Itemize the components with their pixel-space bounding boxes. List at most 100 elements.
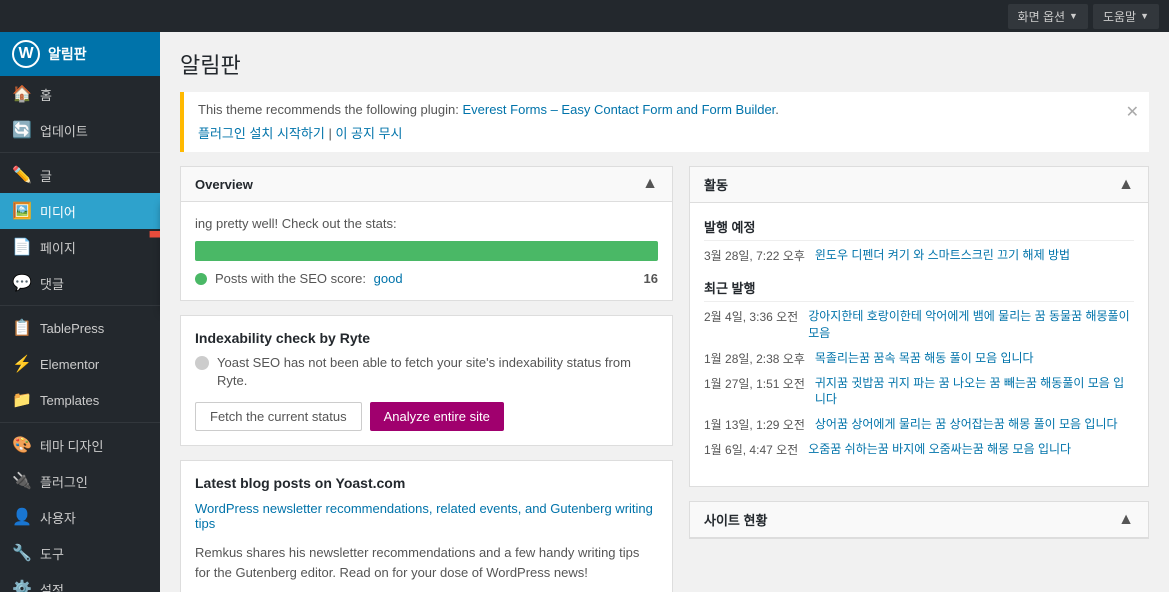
indexability-buttons: Fetch the current status Analyze entire … (195, 402, 658, 431)
sidebar-item-tools-label: 도구 (40, 544, 64, 563)
sidebar-item-pages[interactable]: 📄 페이지 (0, 229, 160, 265)
indexability-description: Yoast SEO has not been able to fetch you… (217, 354, 658, 390)
seo-stat-row: Posts with the SEO score: good 16 (195, 271, 658, 286)
seo-tagline: ing pretty well! Check out the stats: (195, 216, 658, 231)
seo-tagline-text: ing pretty well! Check out the stats: (195, 216, 397, 231)
activity-body: 발행 예정 3월 28일, 7:22 오후 윈도우 디펜더 켜기 와 스마트스크… (690, 203, 1148, 486)
indexability-status: Yoast SEO has not been able to fetch you… (195, 354, 658, 390)
site-status-title: 사이트 현황 (704, 510, 767, 529)
seo-stat-label: Posts with the SEO score: good (215, 271, 403, 286)
scheduled-time-1: 3월 28일, 7:22 오후 (704, 247, 805, 264)
dashboard-columns: Overview ▲ ing pretty well! Check out th… (180, 166, 1149, 592)
sidebar-item-theme-label: 테마 디자인 (40, 436, 103, 455)
recent-item-5: 1월 6일, 4:47 오전 오줌꿈 쉬하는꿈 바지에 오줌싸는꿈 해몽 모음 … (704, 441, 1134, 458)
media-icon: 🖼️ (12, 201, 32, 221)
recent-section: 최근 발행 2월 4일, 3:36 오전 강아지한테 호랑이한테 악어에게 뱀에… (704, 278, 1134, 458)
activity-widget-toggle[interactable]: ▲ (1118, 176, 1134, 194)
sidebar-item-posts-label: 글 (40, 166, 52, 185)
help-button[interactable]: 도움말 ▼ (1093, 4, 1159, 29)
sidebar-item-media-label: 미디어 (40, 202, 76, 221)
sidebar-item-templates-label: Templates (40, 393, 99, 408)
help-chevron-icon: ▼ (1140, 11, 1149, 21)
seo-widget-toggle[interactable]: ▲ (642, 175, 658, 193)
seo-good-dot (195, 273, 207, 285)
sidebar-item-tablepress-label: TablePress (40, 321, 104, 336)
blog-post-1-link[interactable]: WordPress newsletter recommendations, re… (195, 501, 653, 531)
seo-overview-widget: Overview ▲ ing pretty well! Check out th… (180, 166, 673, 301)
recent-time-5: 1월 6일, 4:47 오전 (704, 441, 798, 458)
sidebar-item-settings[interactable]: ⚙️ 설정 (0, 571, 160, 592)
sidebar-item-users[interactable]: 👤 사용자 (0, 499, 160, 535)
seo-good-link[interactable]: good (374, 271, 403, 286)
sidebar-item-comments[interactable]: 💬 댓글 (0, 265, 160, 301)
updates-icon: 🔄 (12, 120, 32, 140)
sidebar-item-comments-label: 댓글 (40, 274, 64, 293)
sidebar-logo-label: 알림판 (48, 44, 87, 64)
sidebar-item-home[interactable]: 🏠 홈 (0, 76, 160, 112)
posts-icon: ✏️ (12, 165, 32, 185)
notice-close-button[interactable]: ✕ (1126, 102, 1139, 122)
sidebar-item-posts[interactable]: ✏️ 글 (0, 157, 160, 193)
main-column: Overview ▲ ing pretty well! Check out th… (180, 166, 673, 592)
sidebar-item-elementor[interactable]: ⚡ Elementor (0, 346, 160, 382)
recent-link-2[interactable]: 목졸리는꿈 꿈속 목꿈 해동 풀이 모음 입니다 (815, 350, 1034, 367)
fetch-status-button[interactable]: Fetch the current status (195, 402, 362, 431)
arrow-indicator: ➡ (148, 217, 160, 250)
templates-icon: 📁 (12, 390, 32, 410)
sidebar-item-templates[interactable]: 📁 Templates (0, 382, 160, 418)
theme-icon: 🎨 (12, 435, 32, 455)
site-status-widget: 사이트 현황 ▲ (689, 501, 1149, 539)
scheduled-link-1[interactable]: 윈도우 디펜더 켜기 와 스마트스크린 끄기 해제 방법 (815, 247, 1070, 264)
plugins-icon: 🔌 (12, 471, 32, 491)
recent-heading: 최근 발행 (704, 278, 1134, 302)
sidebar-divider-2 (0, 305, 160, 306)
scheduled-section: 발행 예정 3월 28일, 7:22 오후 윈도우 디펜더 켜기 와 스마트스크… (704, 217, 1134, 264)
recent-link-1[interactable]: 강아지한테 호랑이한테 악어에게 뱀에 물리는 꿈 동물꿈 해몽풀이 모음 (808, 308, 1134, 342)
site-status-toggle[interactable]: ▲ (1118, 511, 1134, 529)
sidebar-item-elementor-label: Elementor (40, 357, 99, 372)
notice-install-link[interactable]: 플러그인 설치 시작하기 (198, 126, 325, 141)
home-icon: 🏠 (12, 84, 32, 104)
sidebar-item-plugins[interactable]: 🔌 플러그인 (0, 463, 160, 499)
activity-widget-header: 활동 ▲ (690, 167, 1148, 203)
seo-bar-wrap (195, 241, 658, 261)
recent-time-2: 1월 28일, 2:38 오후 (704, 350, 805, 367)
recent-link-5[interactable]: 오줌꿈 쉬하는꿈 바지에 오줌싸는꿈 해몽 모음 입니다 (808, 441, 1071, 458)
recent-time-1: 2월 4일, 3:36 오전 (704, 308, 798, 342)
indexability-status-dot (195, 356, 209, 370)
settings-icon: ⚙️ (12, 579, 32, 592)
scheduled-item-1: 3월 28일, 7:22 오후 윈도우 디펜더 켜기 와 스마트스크린 끄기 해… (704, 247, 1134, 264)
screen-options-button[interactable]: 화면 옵션 ▼ (1008, 4, 1088, 29)
notice-plugin-link[interactable]: Everest Forms – Easy Contact Form and Fo… (462, 102, 775, 117)
sidebar-item-tools[interactable]: 🔧 도구 (0, 535, 160, 571)
recent-time-4: 1월 13일, 1:29 오전 (704, 416, 805, 433)
site-status-header: 사이트 현황 ▲ (690, 502, 1148, 538)
content-area: 알림판 This theme recommends the following … (160, 32, 1169, 592)
plugin-notice: This theme recommends the following plug… (180, 92, 1149, 152)
sidebar: W 알림판 🏠 홈 🔄 업데이트 ✏️ 글 🖼️ 미디어 📄 페이지 💬 댓글 (0, 32, 160, 592)
recent-link-3[interactable]: 귀지꿈 귓밥꿈 귀지 파는 꿈 나오는 꿈 빼는꿈 해동풀이 모음 입니다 (815, 375, 1134, 409)
sidebar-logo[interactable]: W 알림판 (0, 32, 160, 76)
seo-widget-title: Overview (195, 177, 253, 192)
activity-widget: 활동 ▲ 발행 예정 3월 28일, 7:22 오후 윈도우 디펜더 켜기 와 … (689, 166, 1149, 487)
notice-text: This theme recommends the following plug… (198, 102, 462, 117)
notice-dismiss-link[interactable]: 이 공지 무시 (335, 126, 402, 141)
sidebar-divider-3 (0, 422, 160, 423)
help-label: 도움말 (1103, 8, 1136, 25)
blog-post-2: Remkus shares his newsletter recommendat… (195, 543, 658, 582)
indexability-widget: Indexability check by Ryte Yoast SEO has… (180, 315, 673, 446)
activity-title: 활동 (704, 175, 728, 194)
sidebar-item-tablepress[interactable]: 📋 TablePress (0, 310, 160, 346)
sidebar-item-updates[interactable]: 🔄 업데이트 (0, 112, 160, 148)
recent-item-2: 1월 28일, 2:38 오후 목졸리는꿈 꿈속 목꿈 해동 풀이 모음 입니다 (704, 350, 1134, 367)
sidebar-divider-1 (0, 152, 160, 153)
sidebar-item-theme[interactable]: 🎨 테마 디자인 (0, 427, 160, 463)
blog-posts-body: Latest blog posts on Yoast.com WordPress… (181, 461, 672, 592)
main-layout: W 알림판 🏠 홈 🔄 업데이트 ✏️ 글 🖼️ 미디어 📄 페이지 💬 댓글 (0, 32, 1169, 592)
screen-options-chevron-icon: ▼ (1069, 11, 1078, 21)
tools-icon: 🔧 (12, 543, 32, 563)
blog-post-2-text: Remkus shares his newsletter recommendat… (195, 543, 658, 582)
recent-link-4[interactable]: 상어꿈 상어에게 물리는 꿈 상어잡는꿈 해몽 풀이 모음 입니다 (815, 416, 1118, 433)
analyze-site-button[interactable]: Analyze entire site (370, 402, 504, 431)
sidebar-item-media[interactable]: 🖼️ 미디어 (0, 193, 160, 229)
